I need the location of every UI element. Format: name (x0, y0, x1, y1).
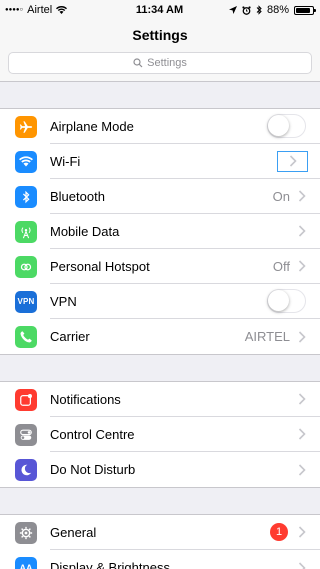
row-label: Personal Hotspot (50, 258, 150, 274)
signal-dots-icon: ●●●●○ (5, 7, 24, 13)
wifi-status-icon (56, 5, 68, 14)
vpn-icon: VPN (15, 290, 37, 313)
chevron-right-icon (298, 561, 306, 569)
hotspot-icon (15, 255, 37, 278)
row-mobile-data[interactable]: Mobile Data (0, 214, 320, 249)
row-label: VPN (50, 293, 77, 309)
bluetooth-icon (15, 185, 37, 208)
display-icon-text: AA (19, 562, 33, 569)
row-label: Notifications (50, 391, 121, 407)
row-display-brightness[interactable]: AA Display & Brightness (0, 550, 320, 569)
row-personal-hotspot[interactable]: Personal Hotspot Off (0, 249, 320, 284)
status-left: ●●●●○ Airtel (5, 4, 115, 16)
row-do-not-disturb[interactable]: Do Not Disturb (0, 452, 320, 487)
notifications-icon (15, 388, 37, 411)
settings-group-connectivity: Airplane Mode Wi-Fi Bluetooth On Mobile … (0, 108, 320, 355)
toggle-knob (268, 290, 289, 311)
settings-group-general: General 1 AA Display & Brightness (0, 514, 320, 569)
row-vpn[interactable]: VPN VPN (0, 284, 320, 319)
chevron-right-icon (298, 330, 306, 343)
row-airplane-mode[interactable]: Airplane Mode (0, 109, 320, 144)
chevron-right-icon (298, 526, 306, 538)
chevron-right-icon (298, 463, 306, 476)
row-control-centre[interactable]: Control Centre (0, 417, 320, 452)
status-time: 11:34 AM (135, 4, 184, 16)
battery-icon (294, 5, 316, 15)
chevron-right-icon (289, 155, 297, 167)
row-label: Airplane Mode (50, 118, 134, 134)
chevron-right-icon (298, 260, 306, 272)
gear-icon (15, 521, 37, 544)
row-label: Bluetooth (50, 188, 105, 204)
search-placeholder: Settings (147, 57, 187, 69)
nav-bar: Settings (0, 20, 320, 49)
row-label: Display & Brightness (50, 560, 170, 569)
vpn-toggle[interactable] (267, 289, 306, 313)
wifi-chevron-focus[interactable] (277, 150, 308, 172)
bluetooth-status-icon (256, 5, 262, 15)
row-notifications[interactable]: Notifications (0, 382, 320, 417)
settings-group-system: Notifications Control Centre Do Not Dist… (0, 381, 320, 488)
status-bar: ●●●●○ Airtel 11:34 AM 88% (0, 0, 320, 20)
row-general[interactable]: General 1 (0, 515, 320, 550)
chevron-right-icon (298, 190, 306, 202)
phone-icon (15, 325, 37, 348)
alarm-clock-icon (242, 5, 251, 15)
row-label: Control Centre (50, 426, 135, 442)
chevron-right-icon (298, 393, 306, 405)
airplane-icon (15, 115, 37, 138)
row-value: AIRTEL (244, 329, 290, 344)
row-label: Mobile Data (50, 223, 120, 239)
chevron-right-icon (298, 225, 306, 237)
row-label: General (50, 524, 97, 540)
chevron-right-icon (298, 428, 306, 440)
status-right: 88% (204, 4, 316, 16)
control-centre-icon (15, 423, 37, 446)
search-icon (133, 58, 143, 68)
row-value: Off (272, 258, 290, 274)
search-bar-container: Settings (0, 49, 320, 82)
update-badge: 1 (270, 523, 288, 541)
wifi-icon (15, 150, 37, 173)
row-wifi[interactable]: Wi-Fi (0, 144, 320, 179)
row-value: On (272, 188, 290, 204)
row-label: Do Not Disturb (50, 462, 136, 477)
display-icon: AA (15, 556, 37, 569)
page-title: Settings (132, 26, 188, 43)
vpn-icon-text: VPN (17, 297, 35, 306)
location-arrow-icon (228, 6, 237, 14)
battery-percent: 88% (266, 4, 289, 16)
toggle-knob (268, 115, 289, 136)
carrier-name: Airtel (27, 4, 53, 16)
row-label: Carrier (50, 329, 90, 344)
battery-fill (296, 7, 310, 13)
search-field[interactable]: Settings (8, 52, 312, 74)
row-carrier[interactable]: Carrier AIRTEL (0, 319, 320, 354)
antenna-icon (15, 220, 37, 243)
row-label: Wi-Fi (50, 153, 81, 169)
airplane-mode-toggle[interactable] (267, 114, 306, 138)
moon-icon (15, 458, 37, 481)
row-bluetooth[interactable]: Bluetooth On (0, 179, 320, 214)
